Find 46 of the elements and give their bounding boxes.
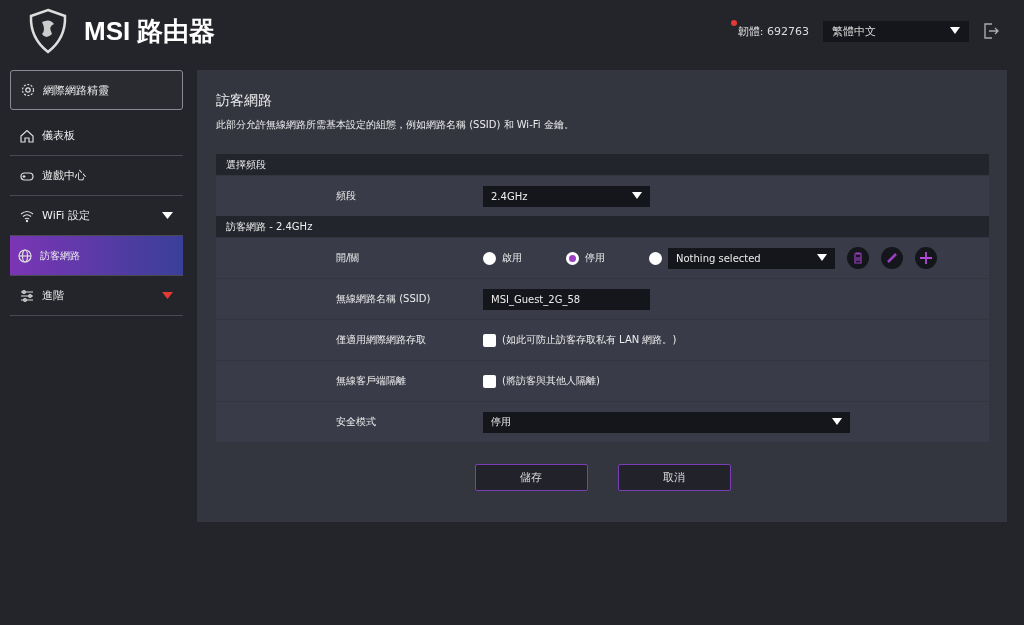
security-select[interactable]: 停用 <box>483 411 850 433</box>
caret-icon <box>632 192 642 200</box>
section-header: 選擇頻段 <box>216 154 989 175</box>
home-icon <box>20 128 34 143</box>
caret-icon <box>950 27 960 35</box>
app-title: MSI 路由器 <box>84 14 216 48</box>
section-header: 訪客網路 - 2.4GHz <box>216 216 989 237</box>
radio-label: 停用 <box>585 251 605 265</box>
radio-button[interactable] <box>649 251 662 265</box>
caret-icon <box>832 418 842 426</box>
checkbox-hint: (將訪客與其他人隔離) <box>502 374 600 388</box>
checkbox[interactable] <box>483 333 496 347</box>
sidebar-item[interactable]: 訪客網路 <box>10 236 183 276</box>
schedule-select[interactable]: Nothing selected <box>668 247 835 269</box>
field-label: 無線客戶端隔離 <box>335 374 407 388</box>
checkbox[interactable] <box>483 374 496 388</box>
field-label: 頻段 <box>335 189 357 203</box>
sidebar-item[interactable]: 進階 <box>10 276 183 316</box>
field-label: 僅適用網際網路存取 <box>335 333 427 347</box>
wifi-icon <box>20 208 34 223</box>
band-select[interactable]: 2.4GHz <box>483 185 650 207</box>
checkbox-hint: (如此可防止訪客存取私有 LAN 網路。) <box>502 333 677 347</box>
page-description: 此部分允許無線網路所需基本設定的組態，例如網路名稱 (SSID) 和 Wi-Fi 金鑰。 <box>216 118 575 132</box>
field-label: 安全模式 <box>335 415 377 429</box>
sidebar-item[interactable]: 網際網路精靈 <box>10 70 183 110</box>
ssid-field[interactable]: MSI_Guest_2G_58 <box>483 288 650 310</box>
save-button[interactable]: 儲存 <box>474 464 588 491</box>
logout-icon[interactable] <box>983 23 999 39</box>
gear-icon <box>21 83 35 97</box>
caret-icon <box>817 254 827 262</box>
cancel-button[interactable]: 取消 <box>617 464 731 491</box>
sidebar-item[interactable]: 遊戲中心 <box>10 156 183 196</box>
field-label: 無線網路名稱 (SSID) <box>335 292 432 306</box>
radio-label: 啟用 <box>502 251 522 265</box>
globe-icon <box>18 248 32 263</box>
field-label: 開/關 <box>335 251 361 265</box>
pencil-icon[interactable] <box>881 247 903 269</box>
radio-button[interactable] <box>566 251 579 265</box>
page-title: 訪客網路 <box>216 92 273 110</box>
sliders-icon <box>20 288 34 303</box>
sidebar-item[interactable]: 儀表板 <box>10 116 183 156</box>
language-select[interactable]: 繁體中文 <box>823 20 969 42</box>
firmware-version: 韌體: 692763 <box>737 23 809 39</box>
shield-logo-icon <box>28 8 68 54</box>
radio-button[interactable] <box>483 251 496 265</box>
plus-icon[interactable] <box>915 247 937 269</box>
